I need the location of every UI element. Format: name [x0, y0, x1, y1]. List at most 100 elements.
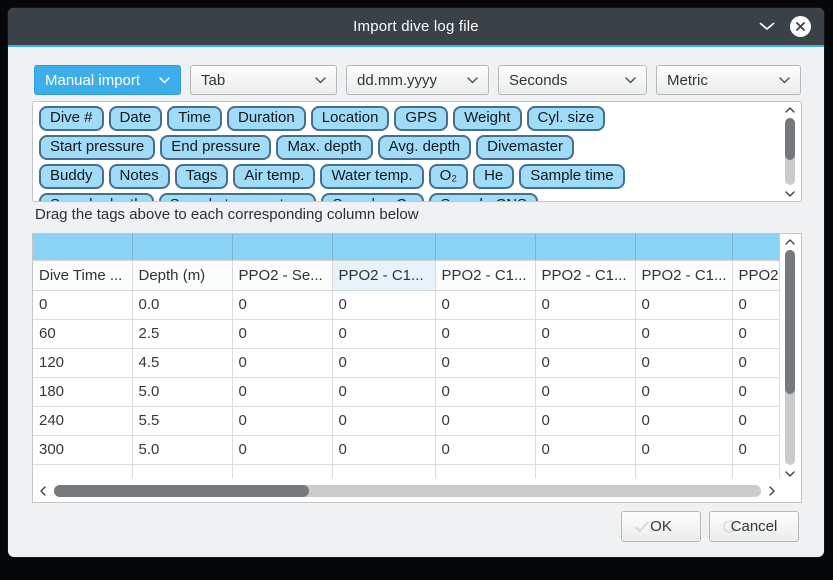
tag-pill[interactable]: Buddy	[39, 164, 104, 189]
tag-pill[interactable]: Notes	[109, 164, 170, 189]
column-header[interactable]: PPO2 - Se...	[232, 260, 332, 290]
cell[interactable]: 0	[732, 435, 779, 464]
tag-pill[interactable]: Water temp.	[320, 164, 423, 189]
cell[interactable]: 0	[635, 435, 732, 464]
tag-pill[interactable]: Duration	[227, 106, 306, 131]
tag-pill[interactable]: Tags	[175, 164, 229, 189]
tag-pill[interactable]: Sample temperature	[159, 193, 317, 201]
cell[interactable]: 0	[33, 290, 132, 319]
cell[interactable]: 0	[635, 319, 732, 348]
drop-cell[interactable]	[535, 234, 635, 260]
scrollbar-track[interactable]	[785, 118, 795, 185]
time-format-select[interactable]: Seconds	[498, 65, 647, 95]
tag-pill[interactable]: Sample pO₂	[321, 193, 424, 201]
cell[interactable]: 0	[332, 348, 435, 377]
table-horizontal-scrollbar[interactable]	[37, 482, 778, 500]
tag-pill[interactable]: Avg. depth	[378, 135, 471, 160]
ok-button[interactable]: OK	[621, 511, 701, 542]
scrollbar-thumb[interactable]	[785, 250, 795, 394]
cell[interactable]: 0	[535, 290, 635, 319]
tag-pill[interactable]: GPS	[394, 106, 448, 131]
cell[interactable]: 5.5	[132, 406, 232, 435]
cell[interactable]: 0	[732, 290, 779, 319]
tag-pill[interactable]: Air temp.	[233, 164, 315, 189]
close-icon[interactable]	[790, 16, 811, 37]
cell[interactable]: 0	[732, 319, 779, 348]
scroll-up-icon[interactable]	[785, 237, 795, 246]
tag-pill[interactable]: Weight	[453, 106, 521, 131]
scrollbar-track[interactable]	[54, 485, 761, 497]
cell[interactable]: 300	[33, 435, 132, 464]
cell[interactable]: 240	[33, 406, 132, 435]
titlebar[interactable]: Import dive log file	[8, 8, 824, 45]
tag-area-scrollbar[interactable]	[782, 105, 798, 198]
scrollbar-thumb[interactable]	[54, 485, 309, 497]
cell[interactable]: 0	[232, 290, 332, 319]
cell[interactable]: 0	[232, 435, 332, 464]
tag-pill[interactable]: Sample CNS	[429, 193, 538, 201]
column-header[interactable]: Depth (m)	[132, 260, 232, 290]
cell[interactable]: 0	[635, 377, 732, 406]
drop-cell[interactable]	[33, 234, 132, 260]
tag-pill[interactable]: O₂	[429, 164, 469, 189]
date-format-select[interactable]: dd.mm.yyyy	[346, 65, 489, 95]
tag-pill[interactable]: Max. depth	[276, 135, 372, 160]
drop-cell[interactable]	[232, 234, 332, 260]
cell[interactable]: 0.0	[132, 290, 232, 319]
cell[interactable]: 0	[535, 319, 635, 348]
tag-pill[interactable]: Sample depth	[39, 193, 154, 201]
tag-pill[interactable]: Cyl. size	[527, 106, 606, 131]
cell[interactable]: 0	[435, 348, 535, 377]
column-header[interactable]: PPO2 - C1...	[535, 260, 635, 290]
cell[interactable]: 60	[33, 319, 132, 348]
column-header[interactable]: PPO2 - C1...	[332, 260, 435, 290]
drop-cell[interactable]	[635, 234, 732, 260]
cell[interactable]: 120	[33, 348, 132, 377]
cancel-button[interactable]: Cancel	[709, 511, 799, 542]
cell[interactable]: 0	[635, 348, 732, 377]
cell[interactable]: 0	[232, 377, 332, 406]
cell[interactable]: 0	[332, 406, 435, 435]
cell[interactable]: 0	[332, 377, 435, 406]
tag-pill[interactable]: Start pressure	[39, 135, 155, 160]
cell[interactable]: 0	[535, 377, 635, 406]
cell[interactable]: 180	[33, 377, 132, 406]
cell[interactable]: 0	[435, 377, 535, 406]
cell[interactable]: 0	[332, 435, 435, 464]
scrollbar-track[interactable]	[785, 250, 795, 465]
column-header[interactable]: PPO2 - C1...	[635, 260, 732, 290]
tag-pill[interactable]: Location	[311, 106, 390, 131]
cell[interactable]: 0	[732, 377, 779, 406]
units-select[interactable]: Metric	[656, 65, 801, 95]
cell[interactable]: 0	[232, 319, 332, 348]
tag-pill[interactable]: He	[473, 164, 514, 189]
scroll-right-icon[interactable]	[766, 486, 778, 496]
drop-cell[interactable]	[332, 234, 435, 260]
cell[interactable]: 0	[435, 435, 535, 464]
tag-pill[interactable]: Divemaster	[476, 135, 574, 160]
cell[interactable]: 0	[732, 406, 779, 435]
scrollbar-thumb[interactable]	[785, 118, 795, 160]
scroll-up-icon[interactable]	[785, 105, 795, 114]
tag-pill[interactable]: Date	[109, 106, 163, 131]
cell[interactable]: 0	[435, 406, 535, 435]
column-header[interactable]: PPO2	[732, 260, 779, 290]
cell[interactable]: 5.0	[132, 435, 232, 464]
cell[interactable]: 0	[535, 406, 635, 435]
scroll-down-icon[interactable]	[785, 469, 795, 478]
drop-cell[interactable]	[435, 234, 535, 260]
scroll-down-icon[interactable]	[785, 189, 795, 198]
table-vertical-scrollbar[interactable]	[782, 237, 798, 478]
scroll-left-icon[interactable]	[37, 486, 49, 496]
tag-pill[interactable]: Dive #	[39, 106, 104, 131]
cell[interactable]: 0	[535, 348, 635, 377]
cell[interactable]: 0	[332, 290, 435, 319]
cell[interactable]: 4.5	[132, 348, 232, 377]
cell[interactable]: 0	[232, 348, 332, 377]
drop-cell[interactable]	[132, 234, 232, 260]
cell[interactable]: 0	[635, 406, 732, 435]
cell[interactable]: 0	[732, 348, 779, 377]
cell[interactable]: 0	[332, 319, 435, 348]
drop-cell[interactable]	[732, 234, 779, 260]
cell[interactable]: 0	[435, 290, 535, 319]
